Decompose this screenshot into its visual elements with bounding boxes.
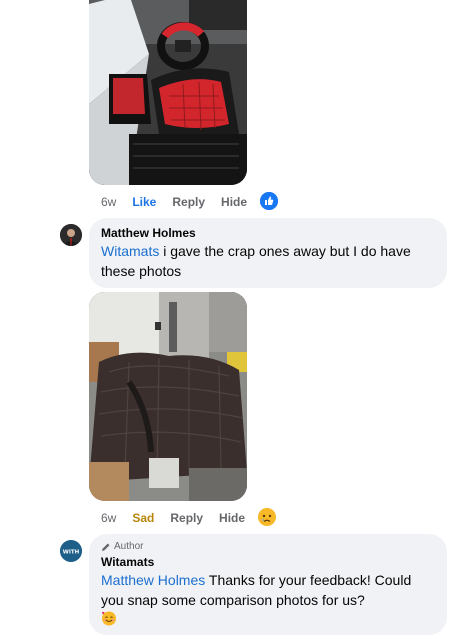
avatar[interactable]: [60, 224, 82, 246]
comment-body: Witamats i gave the crap ones away but I…: [101, 241, 435, 281]
reply-button[interactable]: Reply: [170, 511, 203, 525]
comment-photo-car-interior[interactable]: [89, 0, 247, 185]
sad-face-icon: [258, 508, 276, 526]
mention-link[interactable]: Witamats: [101, 243, 159, 259]
comment-bubble: Matthew Holmes Witamats i gave the crap …: [89, 218, 447, 288]
comment-photo-seat-covers[interactable]: [89, 292, 247, 501]
smiling-face-with-hearts-icon: [102, 611, 116, 626]
comment-author[interactable]: Matthew Holmes: [101, 225, 435, 241]
comment-emoji: [101, 610, 435, 631]
sad-reaction-button[interactable]: Sad: [132, 511, 154, 525]
like-button[interactable]: Like: [132, 195, 156, 209]
comment-timestamp[interactable]: 6w: [101, 195, 116, 209]
comment-thread: 6w Like Reply Hide Matthew Holmes Witama…: [0, 0, 457, 635]
comment-actions: 6w Sad Reply Hide: [101, 509, 261, 527]
reply-button[interactable]: Reply: [172, 195, 205, 209]
profile-photo-icon: [60, 224, 82, 246]
car-interior-image: [89, 0, 247, 185]
seat-covers-image: [89, 292, 247, 501]
sad-icon[interactable]: [258, 508, 276, 526]
pencil-icon: [102, 543, 110, 551]
comment-bubble: Author Witamats Matthew Holmes Thanks fo…: [89, 534, 447, 635]
hide-button[interactable]: Hide: [221, 195, 247, 209]
witamats-logo-icon: WITH: [60, 540, 82, 562]
like-icon[interactable]: [260, 192, 278, 210]
hide-button[interactable]: Hide: [219, 511, 245, 525]
comment-author[interactable]: Witamats: [101, 554, 435, 570]
avatar[interactable]: WITH: [60, 540, 82, 562]
mention-link[interactable]: Matthew Holmes: [101, 572, 205, 588]
comment-actions: 6w Like Reply Hide: [101, 193, 263, 211]
comment-timestamp[interactable]: 6w: [101, 511, 116, 525]
author-badge-label: Author: [114, 541, 144, 552]
svg-text:WITH: WITH: [63, 550, 80, 556]
author-badge: Author: [101, 540, 435, 554]
thumbs-up-icon: [260, 192, 278, 210]
comment-body: Matthew Holmes Thanks for your feedback!…: [101, 570, 435, 610]
